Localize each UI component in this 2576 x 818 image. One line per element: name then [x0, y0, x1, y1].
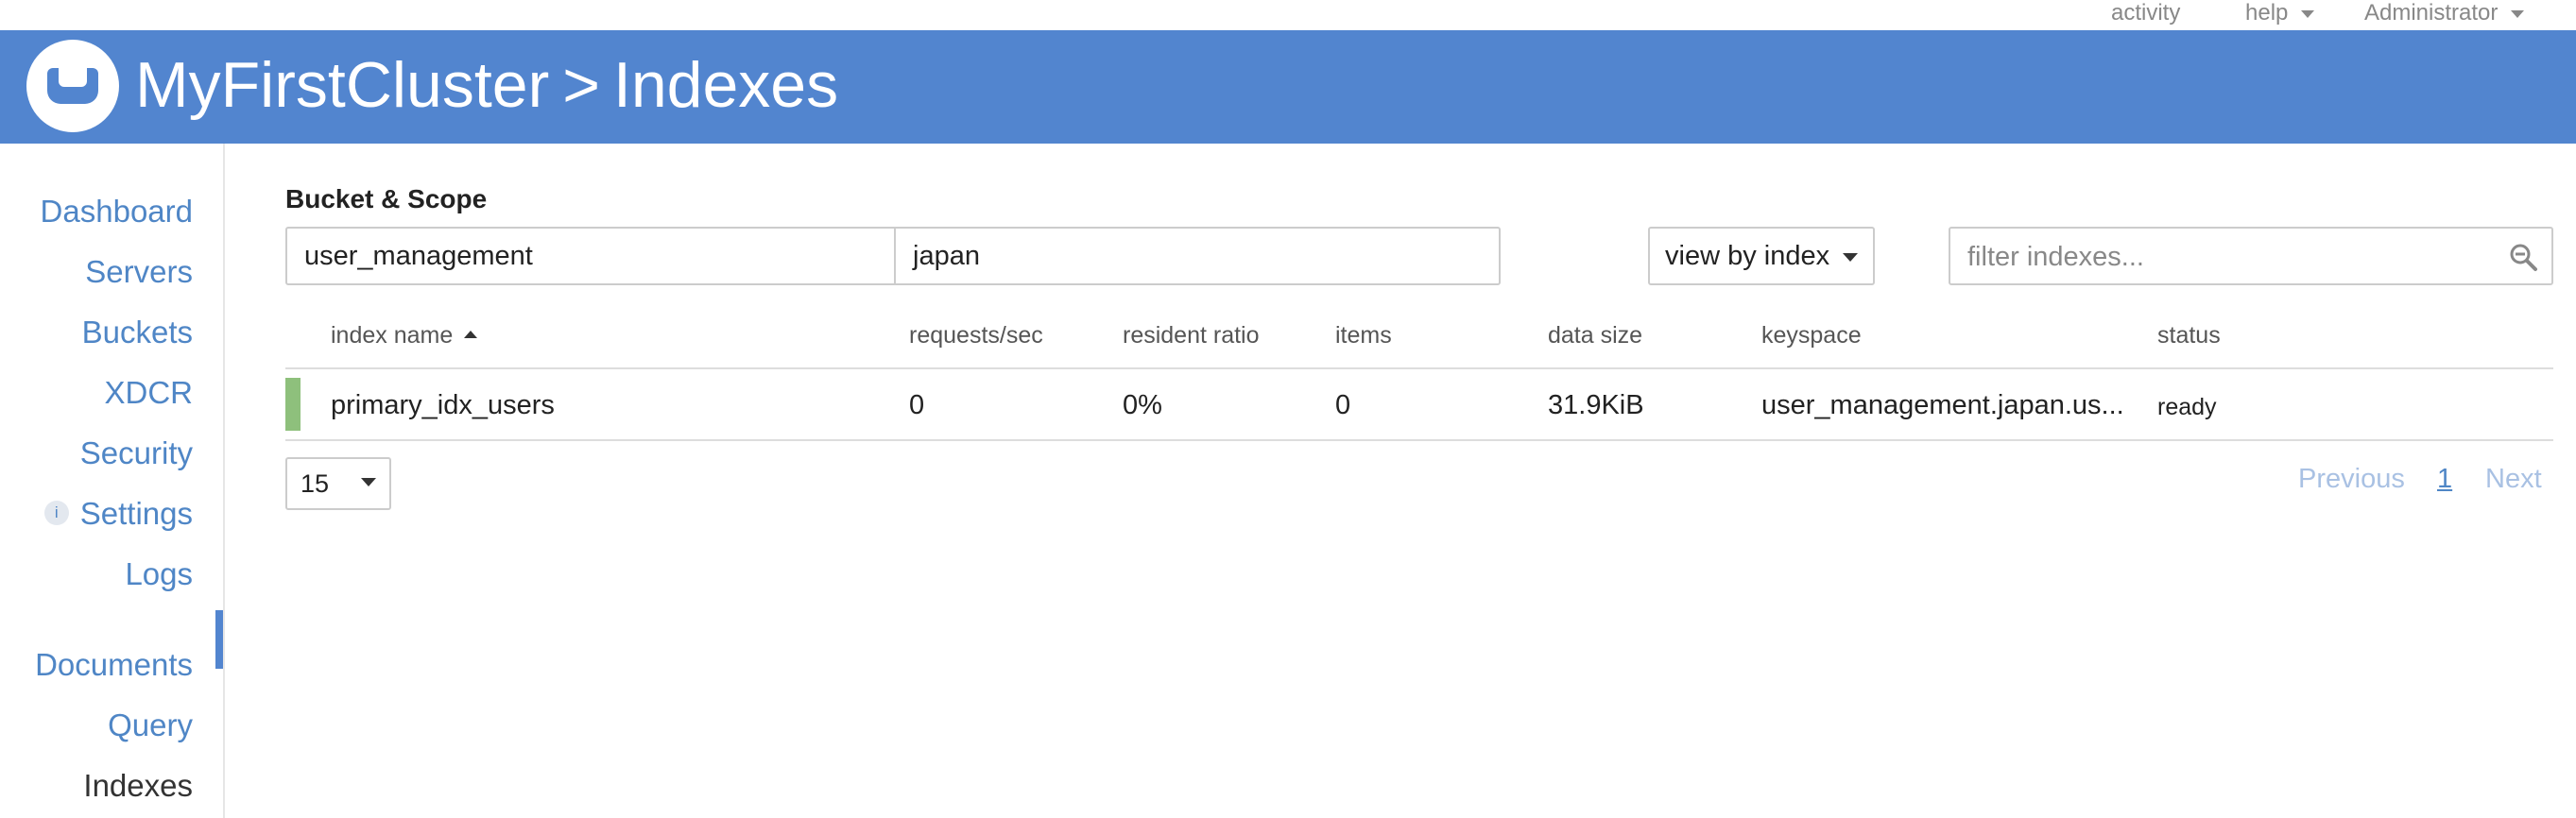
couchbase-logo-icon[interactable] — [26, 40, 119, 132]
page-title: MyFirstCluster > Indexes — [135, 47, 838, 123]
table-divider — [285, 367, 2553, 369]
help-label: help — [2245, 0, 2289, 26]
app-header: MyFirstCluster > Indexes — [0, 30, 2576, 144]
filter-indexes-input[interactable] — [1950, 229, 2499, 285]
sidebar-item-documents[interactable]: Documents — [35, 644, 193, 686]
user-menu[interactable]: Administrator — [2364, 0, 2525, 26]
sidebar-item-settings[interactable]: i Settings — [43, 493, 193, 535]
top-utility-bar: activity help Administrator — [0, 0, 2576, 30]
column-header-items[interactable]: items — [1335, 320, 1392, 350]
sidebar-item-logs[interactable]: Logs — [125, 554, 193, 595]
sidebar-nav: Dashboard Servers Buckets XDCR Security … — [0, 144, 225, 818]
sidebar-item-query[interactable]: Query — [108, 705, 193, 746]
sort-ascending-icon — [464, 331, 478, 339]
page-size-value: 15 — [301, 469, 330, 498]
page-number-1[interactable]: 1 — [2437, 461, 2452, 497]
chevron-down-icon — [2301, 9, 2315, 18]
sidebar-item-servers[interactable]: Servers — [85, 251, 193, 293]
column-header-label: index name — [331, 322, 454, 349]
page-size-select[interactable]: 15 — [285, 457, 391, 510]
filter-indexes-box — [1949, 227, 2553, 285]
info-icon: i — [43, 501, 69, 526]
keyspace-cell: user_management.japan.us... — [1761, 390, 2124, 420]
column-header-data-size[interactable]: data size — [1548, 320, 1642, 350]
column-header-status[interactable]: status — [2157, 320, 2221, 350]
sidebar-item-security[interactable]: Security — [80, 433, 193, 474]
sidebar-active-indicator — [215, 610, 223, 669]
breadcrumb-cluster[interactable]: MyFirstCluster — [135, 49, 549, 121]
breadcrumb-page: Indexes — [612, 49, 839, 121]
column-header-index-name[interactable]: index name — [331, 320, 478, 350]
sidebar-item-indexes[interactable]: Indexes — [83, 765, 193, 807]
chevron-down-icon — [2511, 9, 2525, 18]
search-icon[interactable] — [2508, 242, 2538, 272]
status-cell: ready — [2157, 394, 2217, 420]
bucket-select[interactable]: user_management — [287, 229, 896, 283]
column-header-keyspace[interactable]: keyspace — [1761, 320, 1862, 350]
previous-page-button[interactable]: Previous — [2298, 461, 2405, 497]
sidebar-item-dashboard[interactable]: Dashboard — [41, 191, 193, 232]
index-name-cell: primary_idx_users — [331, 390, 555, 420]
resident-ratio-cell: 0% — [1123, 390, 1162, 420]
chevron-down-icon — [361, 478, 376, 486]
view-by-value: view by index — [1665, 241, 1830, 271]
scope-select[interactable]: japan — [896, 229, 1499, 283]
view-by-dropdown[interactable]: view by index — [1648, 227, 1875, 285]
requests-sec-cell: 0 — [909, 390, 925, 420]
data-size-cell: 31.9KiB — [1548, 390, 1644, 420]
status-indicator-bar — [285, 378, 301, 431]
column-header-resident-ratio[interactable]: resident ratio — [1123, 320, 1260, 350]
sidebar-item-xdcr[interactable]: XDCR — [104, 372, 193, 414]
activity-link[interactable]: activity — [2111, 0, 2180, 26]
breadcrumb-separator-icon: > — [562, 49, 600, 121]
column-header-requests-sec[interactable]: requests/sec — [909, 320, 1043, 350]
chevron-down-icon — [1843, 253, 1858, 262]
table-divider — [285, 439, 2553, 441]
help-menu[interactable]: help — [2245, 0, 2315, 26]
sidebar-item-buckets[interactable]: Buckets — [82, 312, 193, 353]
sidebar-item-label: Settings — [79, 496, 193, 531]
user-label: Administrator — [2364, 0, 2499, 26]
bucket-scope-selector: user_management japan — [285, 227, 1501, 285]
next-page-button[interactable]: Next — [2485, 461, 2542, 497]
bucket-scope-label: Bucket & Scope — [285, 184, 488, 213]
items-cell: 0 — [1335, 390, 1351, 420]
